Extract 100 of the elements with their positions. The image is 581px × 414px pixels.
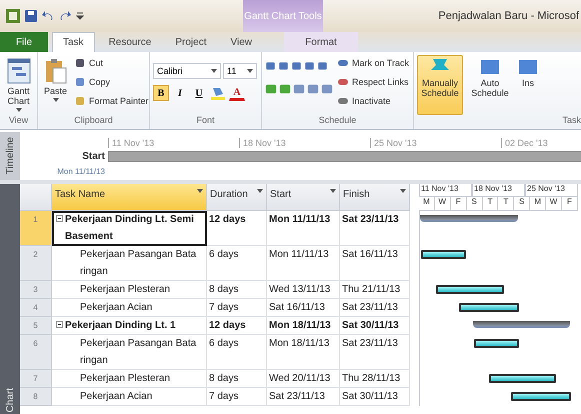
view-side-tab[interactable]: Chart: [0, 184, 20, 414]
duration-cell: 7 days: [207, 388, 267, 406]
row-number[interactable]: 2: [20, 246, 52, 281]
ribbon-tab[interactable]: View: [220, 32, 262, 52]
save-icon[interactable]: [25, 10, 37, 22]
row-number[interactable]: 6: [20, 335, 52, 370]
schedule-button[interactable]: Mark on Track: [337, 55, 410, 71]
task-name: Pekerjaan Acian: [80, 301, 152, 315]
clipboard-button[interactable]: Format Painter: [74, 93, 149, 109]
font-style-button[interactable]: B: [153, 85, 169, 101]
collapse-icon[interactable]: [56, 215, 63, 222]
customize-icon[interactable]: [76, 12, 84, 20]
task-bar[interactable]: [458, 303, 518, 312]
column-header[interactable]: Task Name: [52, 184, 207, 211]
timeline-start-label: Start: [81, 150, 105, 162]
font-family-field[interactable]: Calibri: [153, 63, 221, 79]
group-label: Task: [561, 115, 581, 127]
start-cell: Mon 18/11/13: [267, 317, 340, 335]
duration-cell: 8 days: [207, 281, 267, 299]
gantt-day-header: F: [562, 197, 578, 210]
row-number[interactable]: 4: [20, 299, 52, 317]
timeline-side-tab[interactable]: Timeline: [0, 132, 20, 180]
finish-cell: Thu 28/11/13: [340, 370, 410, 388]
ribbon-tab[interactable]: Format: [284, 32, 358, 52]
duration-cell: 6 days: [207, 335, 267, 370]
row-number[interactable]: 5: [20, 317, 52, 335]
finish-cell: Sat 16/11/13: [340, 246, 410, 281]
column-header[interactable]: Start: [267, 184, 340, 211]
duration-cell: 12 days: [207, 211, 267, 246]
gantt-day-header: M: [530, 197, 546, 210]
caret-icon: [247, 69, 253, 73]
duration-cell: 6 days: [207, 246, 267, 281]
undo-icon[interactable]: [42, 10, 54, 22]
finish-cell: Sat 30/11/13: [340, 388, 410, 406]
gantt-week-header: 18 Nov '13: [472, 184, 525, 198]
start-cell: Mon 11/11/13: [267, 211, 340, 246]
ribbon-tab[interactable]: Resource: [98, 32, 162, 52]
collapse-icon[interactable]: [56, 321, 63, 328]
column-header[interactable]: Finish: [340, 184, 410, 211]
clipboard-button[interactable]: Cut: [74, 55, 149, 71]
finish-cell: Sat 23/11/13: [340, 211, 410, 246]
gantt-day-header: M: [419, 197, 435, 210]
task-bar[interactable]: [511, 392, 571, 401]
gantt-chart-button[interactable]: Gantt Chart: [3, 55, 34, 115]
column-header[interactable]: Duration: [207, 184, 267, 211]
group-label: Clipboard: [73, 115, 114, 127]
task-box-icon: [519, 58, 537, 76]
duration-cell: 12 days: [207, 317, 267, 335]
task-name: Pekerjaan Acian: [80, 390, 152, 404]
caret-icon: [211, 69, 217, 73]
app-logo-icon: [6, 9, 20, 23]
caret-icon: [16, 108, 22, 112]
ribbon-tab[interactable]: Task: [52, 32, 95, 52]
schedule-mode-button[interactable]: Manually Schedule: [417, 55, 463, 115]
task-bar[interactable]: [421, 250, 466, 259]
highlight-icon[interactable]: [210, 86, 226, 100]
clipboard-button[interactable]: Copy: [74, 74, 149, 90]
task-name: Pekerjaan Dinding Lt. 1: [65, 319, 176, 333]
caret-icon: [257, 189, 263, 193]
timeline-tick: 18 Nov '13: [239, 138, 370, 148]
task-bar[interactable]: [488, 374, 556, 383]
task-name: Pekerjaan Plesteran: [80, 283, 170, 297]
finish-cell: Thu 21/11/13: [340, 281, 410, 299]
summary-bar[interactable]: [420, 215, 518, 222]
paste-button[interactable]: Paste: [41, 55, 70, 115]
font-style-button[interactable]: U: [191, 85, 207, 101]
finish-cell: Sat 30/11/13: [340, 317, 410, 335]
caret-icon: [52, 98, 58, 102]
font-color-button[interactable]: A: [229, 85, 245, 101]
group-label: Schedule: [318, 115, 358, 127]
ribbon-tab[interactable]: Project: [165, 32, 216, 52]
start-cell: Wed 20/11/13: [267, 370, 340, 388]
schedule-mode-button[interactable]: Ins: [517, 55, 539, 115]
row-number[interactable]: 7: [20, 370, 52, 388]
gantt-day-header: T: [482, 197, 498, 210]
duration-cell: 8 days: [207, 370, 267, 388]
ribbon-tab[interactable]: File: [0, 32, 48, 52]
gantt-day-header: S: [466, 197, 483, 210]
font-size-field[interactable]: 11: [223, 63, 257, 79]
schedule-button[interactable]: Inactivate: [337, 93, 410, 109]
gantt-week-header: 25 Nov '13: [525, 184, 578, 198]
timeline-tick: 11 Nov '13: [108, 138, 239, 148]
task-bar[interactable]: [474, 339, 518, 348]
row-number[interactable]: 3: [20, 281, 52, 299]
row-number[interactable]: 8: [20, 388, 52, 406]
font-style-button[interactable]: I: [172, 85, 188, 101]
task-box-icon: [481, 58, 499, 76]
task-bar[interactable]: [436, 285, 504, 294]
schedule-mode-button[interactable]: Auto Schedule: [467, 55, 513, 115]
finish-cell: Sat 23/11/13: [340, 299, 410, 317]
group-label: View: [8, 115, 30, 127]
summary-bar[interactable]: [472, 321, 570, 328]
schedule-button[interactable]: Respect Links: [337, 74, 410, 90]
gantt-chart-label: Gantt Chart: [6, 86, 30, 106]
start-cell: Sat 16/11/13: [267, 299, 340, 317]
start-cell: Mon 11/11/13: [267, 246, 340, 281]
group-label: Font: [195, 115, 216, 127]
gantt-day-header: T: [498, 197, 514, 210]
redo-icon[interactable]: [59, 10, 71, 22]
gantt-day-header: F: [450, 197, 467, 210]
